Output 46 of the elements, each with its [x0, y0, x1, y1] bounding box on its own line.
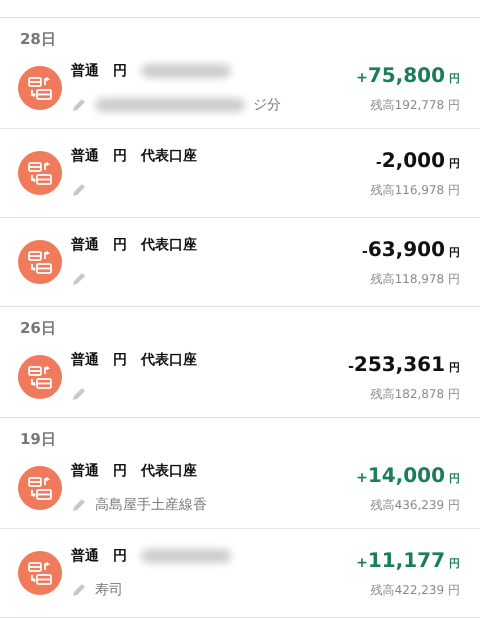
balance-text: 残高182,878 円	[370, 386, 460, 402]
pencil-icon[interactable]	[71, 97, 87, 113]
account-name: 普通 円	[71, 147, 127, 165]
account-name: 普通 円	[71, 62, 127, 80]
transaction-row[interactable]: 普通 円 代表口座 高島屋手土産線香 +14,000 円 残高436,239 円	[0, 448, 480, 528]
account-name: 普通 円	[71, 547, 127, 565]
account-name: 普通 円	[71, 462, 127, 480]
account-name: 代表口座	[141, 351, 197, 369]
account-name: 普通 円	[71, 236, 127, 254]
balance-text: 残高118,978 円	[370, 270, 460, 288]
memo-text: 寿司	[95, 581, 123, 599]
pencil-icon[interactable]	[71, 582, 87, 598]
pencil-icon[interactable]	[71, 271, 87, 287]
pencil-icon[interactable]	[71, 386, 87, 402]
account-name: 代表口座	[141, 236, 197, 254]
transfer-icon	[18, 466, 62, 510]
account-name: 代表口座	[141, 462, 197, 480]
balance-text: 残高436,239 円	[370, 496, 460, 514]
balance-text: 残高192,778 円	[370, 96, 460, 114]
balance-text: 残高116,978 円	[370, 182, 460, 198]
transfer-icon	[18, 355, 62, 399]
amount: +75,800 円	[356, 62, 460, 86]
memo-text: 高島屋手土産線香	[95, 496, 207, 514]
date-header: 19日	[19, 429, 57, 448]
pencil-icon[interactable]	[71, 182, 87, 198]
amount: -253,361 円	[348, 352, 460, 376]
transaction-row[interactable]: 普通 円 ジ分 +75,800 円 残高192,778 円	[0, 48, 480, 128]
amount: -2,000 円	[376, 148, 460, 172]
transfer-icon	[18, 240, 62, 284]
balance-text: 残高422,239 円	[370, 582, 460, 598]
amount: +11,177 円	[356, 548, 460, 572]
date-header: 28日	[19, 29, 57, 48]
transaction-row[interactable]: 普通 円 代表口座 -63,900 円 残高118,978 円	[0, 217, 480, 306]
transaction-row[interactable]: 普通 円 代表口座 -2,000 円 残高116,978 円	[0, 128, 480, 217]
account-name: 代表口座	[141, 147, 197, 165]
account-name: 普通 円	[71, 351, 127, 369]
amount: +14,000 円	[356, 462, 460, 486]
memo-text: ジ分	[253, 96, 281, 114]
transaction-row[interactable]: 普通 円 寿司 +11,177 円 残高422,239 円	[0, 528, 480, 617]
transfer-icon	[18, 551, 62, 595]
transaction-row[interactable]: 普通 円 代表口座 -253,361 円 残高182,878 円	[0, 337, 480, 417]
transfer-icon	[18, 151, 62, 195]
pencil-icon[interactable]	[71, 497, 87, 513]
transfer-icon	[18, 66, 62, 110]
amount: -63,900 円	[362, 236, 460, 260]
date-header: 26日	[19, 318, 57, 337]
